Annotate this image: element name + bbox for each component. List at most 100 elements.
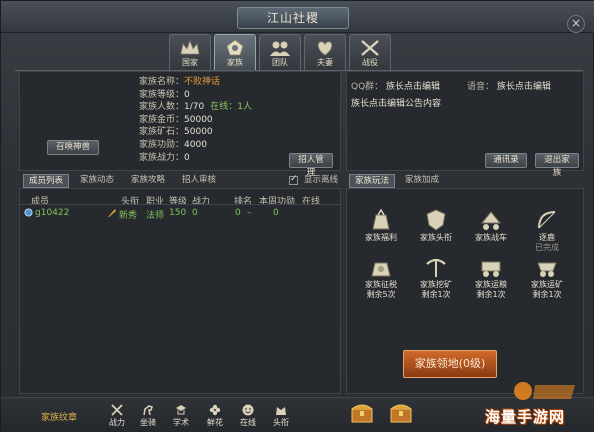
flower-icon [209,404,221,416]
family-members-row: 家族人数：1/70 在线：1人 [139,101,252,114]
tab-family-gameplay[interactable]: 家族玩法 [349,174,396,188]
bottom-icon-label: 战力 [109,418,125,427]
family-gold-row: 家族金币：50000 [139,114,252,127]
family-power-value: 0 [184,152,190,163]
filter-power[interactable]: 战力 [103,403,131,429]
activity-grain-transport[interactable]: 家族运粮 剩余1次 [461,254,521,300]
filter-online[interactable]: 在线 [234,403,262,429]
filter-scholar[interactable]: 学术 [167,403,195,429]
voice-line: 语音： 族长点击编辑 [467,79,551,92]
activity-label: 家族征税 [365,280,397,289]
announcement-text[interactable]: 族长点击编辑公告内容 [351,99,441,109]
treasure-chest-icon[interactable] [349,399,375,425]
filter-mount[interactable]: 坐骑 [134,403,162,429]
bottom-icon-label: 坐骑 [140,418,156,427]
voice-value[interactable]: 族长点击编辑 [497,82,551,92]
tab-couple[interactable]: 夫妻 [304,34,346,70]
member-level: 150 [169,208,187,218]
activity-war-chariot[interactable]: 家族战车 [461,207,521,243]
smile-icon [242,404,254,416]
filter-title[interactable]: 头衔 [267,403,295,429]
crossed-swords-icon [111,404,123,416]
family-name-row: 家族名称：不败神话 [139,76,252,89]
info-key: 家族功勋： [139,139,185,150]
crown-icon [180,39,200,55]
tab-member-list[interactable]: 成员列表 [23,174,70,188]
header-rank: 排名 [234,197,253,207]
header-power: 战力 [192,197,211,207]
activity-label: 家族运粮 [475,280,507,289]
family-territory-button[interactable]: 家族领地(0级) [403,350,497,378]
activity-status: 已完成 [535,243,559,252]
activity-ore-transport[interactable]: 家族运矿 剩余1次 [517,254,577,300]
info-key: 家族金币： [139,114,185,125]
family-window: 江山社稷 × 国家 家族 团队 夫妻 战役 家族名称：不败神话 家族等级：0 家… [0,0,594,432]
leave-family-button[interactable]: 退出家族 [535,153,579,178]
recruit-manage-button[interactable]: 招人管理 [289,153,333,178]
header-online: 在线 [302,197,321,207]
info-key: 家族名称： [139,77,185,87]
qq-value[interactable]: 族长点击编辑 [386,82,440,92]
treasure-chest-icon[interactable] [388,399,414,425]
family-level-value: 0 [184,89,190,100]
tab-country[interactable]: 国家 [169,34,211,70]
bottom-icon-label: 在线 [240,418,256,427]
contacts-button[interactable]: 通讯录 [485,153,527,168]
family-gold-value: 50000 [184,114,213,125]
member-rank: 0 [235,208,241,218]
activity-label: 家族战车 [475,233,507,242]
show-offline-checkbox[interactable] [289,174,298,185]
horse-icon [143,405,153,416]
family-level-row: 家族等级：0 [139,89,252,102]
activity-zhulu[interactable]: 逐鹿 已完成 [517,207,577,253]
activity-family-tax[interactable]: 家族征税 剩余5次 [351,254,411,300]
family-name-value: 不败神话 [184,77,221,87]
bottom-icon-label: 鲜花 [207,418,223,427]
family-icon [226,39,244,56]
filter-flowers[interactable]: 鲜花 [201,403,229,429]
ore-cart-icon [537,262,557,277]
tab-team[interactable]: 团队 [259,34,301,70]
mining-icon [426,258,446,277]
voice-label: 语音： [467,82,495,92]
tab-recruit-review[interactable]: 招人审核 [177,174,221,188]
info-key: 家族人数： [139,102,185,113]
header-title: 头衔 [121,197,140,207]
bottom-icon-label: 学术 [173,418,189,427]
member-title: 新秀 [119,211,138,221]
activity-label: 家族运矿 [531,280,563,289]
activity-remaining: 剩余5次 [366,290,396,299]
activity-family-title[interactable]: 家族头衔 [406,207,466,243]
info-key: 家族等级： [139,89,185,100]
family-merit-value: 4000 [184,139,207,150]
announcement-line: 族长点击编辑公告内容 [351,96,441,109]
close-button[interactable]: × [567,15,585,33]
member-list-panel [19,188,341,394]
activity-family-mining[interactable]: 家族挖矿 剩余1次 [406,254,466,300]
activity-label: 家族挖矿 [420,280,452,289]
qq-label: QQ群： [351,82,384,92]
activity-label: 家族福利 [365,233,397,242]
header-member: 成员 [31,197,50,207]
tab-label: 家族 [227,58,243,67]
family-ore-row: 家族矿石：50000 [139,126,252,139]
tab-label: 夫妻 [317,58,333,67]
family-emblem-label[interactable]: 家族纹章 [41,410,77,423]
family-members-value: 1/70 [184,102,205,113]
tab-family-guide[interactable]: 家族攻略 [126,174,170,188]
quill-icon [108,209,116,217]
tab-family[interactable]: 家族 [214,34,256,70]
activity-remaining: 剩余1次 [476,290,506,299]
tab-family-news[interactable]: 家族动态 [75,174,119,188]
activity-family-welfare[interactable]: 家族福利 [351,207,411,243]
tab-family-bonus[interactable]: 家族加成 [400,174,444,188]
family-ore-value: 50000 [184,127,213,138]
activity-label: 家族头衔 [420,233,452,242]
header-class: 职业 [146,197,165,207]
member-name: g10422 [35,208,70,218]
window-title: 江山社稷 [237,7,349,29]
tab-battle[interactable]: 战役 [349,34,391,70]
info-key: 家族矿石： [139,127,185,138]
bow-icon [538,211,556,229]
summon-beast-button[interactable]: 召唤神兽 [47,140,99,155]
